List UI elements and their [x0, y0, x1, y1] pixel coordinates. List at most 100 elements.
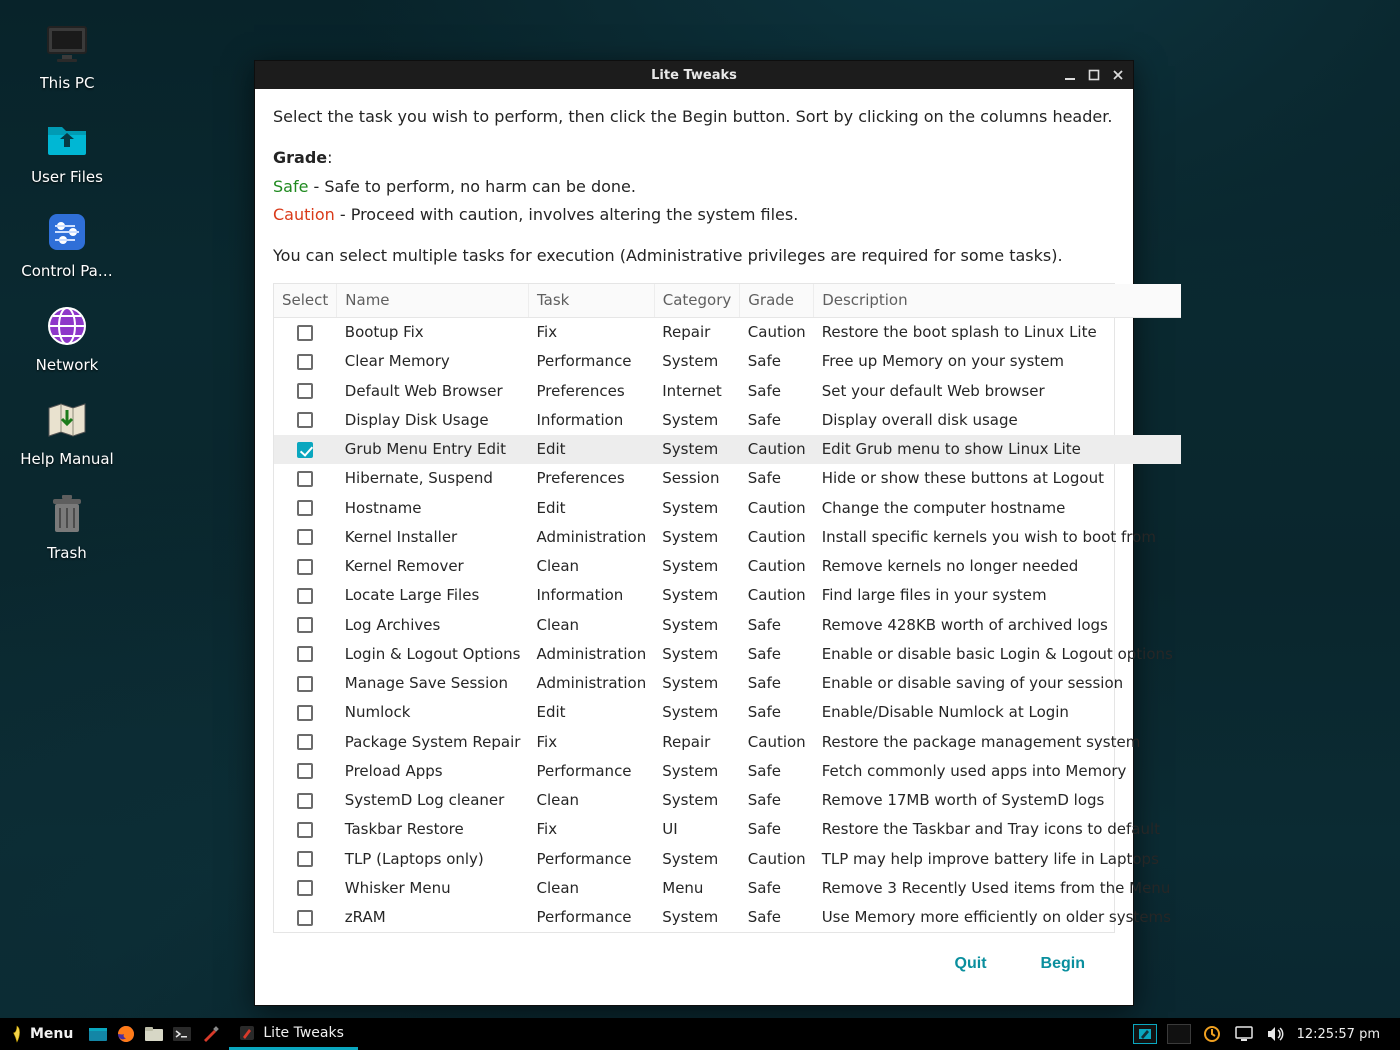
desktop-icon-control-panel[interactable]: Control Pa…: [12, 208, 122, 280]
row-grade: Safe: [740, 377, 814, 406]
desktop-icon-help-manual[interactable]: Help Manual: [12, 396, 122, 468]
table-row[interactable]: Log ArchivesCleanSystemSafeRemove 428KB …: [274, 611, 1181, 640]
row-checkbox[interactable]: [297, 734, 313, 750]
taskbar-active-window[interactable]: Lite Tweaks: [229, 1018, 358, 1050]
row-checkbox[interactable]: [297, 646, 313, 662]
begin-button[interactable]: Begin: [1035, 951, 1091, 977]
row-checkbox[interactable]: [297, 880, 313, 896]
table-row[interactable]: NumlockEditSystemSafeEnable/Disable Numl…: [274, 698, 1181, 727]
volume-icon[interactable]: [1265, 1023, 1287, 1045]
menu-button[interactable]: Menu: [0, 1018, 83, 1050]
table-row[interactable]: Taskbar RestoreFixUISafeRestore the Task…: [274, 815, 1181, 844]
settings-red-icon[interactable]: [199, 1023, 221, 1045]
grade-safe-line: Safe - Safe to perform, no harm can be d…: [273, 175, 1115, 200]
row-checkbox[interactable]: [297, 383, 313, 399]
row-checkbox[interactable]: [297, 705, 313, 721]
row-checkbox[interactable]: [297, 822, 313, 838]
window-maximize-button[interactable]: [1083, 65, 1105, 85]
row-select-cell: [274, 406, 337, 435]
table-row[interactable]: HostnameEditSystemCautionChange the comp…: [274, 494, 1181, 523]
table-row[interactable]: zRAMPerformanceSystemSafeUse Memory more…: [274, 903, 1181, 932]
action-row: Quit Begin: [273, 933, 1115, 997]
table-row[interactable]: Hibernate, SuspendPreferencesSessionSafe…: [274, 464, 1181, 493]
row-checkbox[interactable]: [297, 588, 313, 604]
col-grade[interactable]: Grade: [740, 284, 814, 318]
col-task[interactable]: Task: [528, 284, 654, 318]
row-category: System: [654, 640, 740, 669]
desktop-icon-user-files[interactable]: User Files: [12, 114, 122, 186]
table-row[interactable]: Whisker MenuCleanMenuSafeRemove 3 Recent…: [274, 874, 1181, 903]
table-row[interactable]: Manage Save SessionAdministrationSystemS…: [274, 669, 1181, 698]
row-description: Remove kernels no longer needed: [814, 552, 1181, 581]
row-category: UI: [654, 815, 740, 844]
row-checkbox[interactable]: [297, 442, 313, 458]
table-row[interactable]: Package System RepairFixRepairCautionRes…: [274, 728, 1181, 757]
col-name[interactable]: Name: [337, 284, 529, 318]
col-category[interactable]: Category: [654, 284, 740, 318]
terminal-icon[interactable]: [171, 1023, 193, 1045]
col-description[interactable]: Description: [814, 284, 1181, 318]
row-checkbox[interactable]: [297, 412, 313, 428]
row-checkbox[interactable]: [297, 559, 313, 575]
display-tray-icon[interactable]: [1233, 1023, 1255, 1045]
row-checkbox[interactable]: [297, 910, 313, 926]
desktop-icon-trash[interactable]: Trash: [12, 490, 122, 562]
table-row[interactable]: Clear MemoryPerformanceSystemSafeFree up…: [274, 347, 1181, 376]
table-row[interactable]: Login & Logout OptionsAdministrationSyst…: [274, 640, 1181, 669]
active-window-label: Lite Tweaks: [263, 1025, 344, 1041]
row-grade: Caution: [740, 435, 814, 464]
clock[interactable]: 12:25:57 pm: [1297, 1027, 1390, 1042]
table-row[interactable]: TLP (Laptops only)PerformanceSystemCauti…: [274, 845, 1181, 874]
row-select-cell: [274, 611, 337, 640]
table-row[interactable]: Grub Menu Entry EditEditSystemCautionEdi…: [274, 435, 1181, 464]
row-grade: Caution: [740, 523, 814, 552]
table-row[interactable]: Preload AppsPerformanceSystemSafeFetch c…: [274, 757, 1181, 786]
row-checkbox[interactable]: [297, 354, 313, 370]
row-checkbox[interactable]: [297, 325, 313, 341]
row-grade: Safe: [740, 815, 814, 844]
show-desktop-icon[interactable]: [87, 1023, 109, 1045]
desktop-icon-network[interactable]: Network: [12, 302, 122, 374]
window-minimize-button[interactable]: [1059, 65, 1081, 85]
row-select-cell: [274, 698, 337, 727]
desktop-icon-label: Help Manual: [20, 450, 113, 468]
file-manager-icon[interactable]: [143, 1023, 165, 1045]
row-name: zRAM: [337, 903, 529, 932]
row-description: Use Memory more efficiently on older sys…: [814, 903, 1181, 932]
table-row[interactable]: Display Disk UsageInformationSystemSafeD…: [274, 406, 1181, 435]
desktop-icon-this-pc[interactable]: This PC: [12, 20, 122, 92]
row-select-cell: [274, 815, 337, 844]
row-grade: Safe: [740, 669, 814, 698]
row-checkbox[interactable]: [297, 617, 313, 633]
row-checkbox[interactable]: [297, 471, 313, 487]
quit-button[interactable]: Quit: [949, 951, 993, 977]
row-grade: Safe: [740, 786, 814, 815]
row-description: Edit Grub menu to show Linux Lite: [814, 435, 1181, 464]
row-checkbox[interactable]: [297, 500, 313, 516]
row-checkbox[interactable]: [297, 763, 313, 779]
row-checkbox[interactable]: [297, 529, 313, 545]
row-checkbox[interactable]: [297, 793, 313, 809]
col-select[interactable]: Select: [274, 284, 337, 318]
row-task: Performance: [528, 347, 654, 376]
row-name: TLP (Laptops only): [337, 845, 529, 874]
row-checkbox[interactable]: [297, 851, 313, 867]
desktop-icon-label: Trash: [47, 544, 87, 562]
table-row[interactable]: Locate Large FilesInformationSystemCauti…: [274, 581, 1181, 610]
window-title: Lite Tweaks: [651, 68, 737, 83]
table-row[interactable]: Kernel RemoverCleanSystemCautionRemove k…: [274, 552, 1181, 581]
workspace-1-icon[interactable]: [1133, 1024, 1157, 1044]
row-category: System: [654, 698, 740, 727]
table-row[interactable]: Bootup FixFixRepairCautionRestore the bo…: [274, 318, 1181, 348]
table-row[interactable]: SystemD Log cleanerCleanSystemSafeRemove…: [274, 786, 1181, 815]
table-row[interactable]: Default Web BrowserPreferencesInternetSa…: [274, 377, 1181, 406]
row-description: Display overall disk usage: [814, 406, 1181, 435]
update-notifier-icon[interactable]: [1201, 1023, 1223, 1045]
row-grade: Safe: [740, 611, 814, 640]
table-row[interactable]: Kernel InstallerAdministrationSystemCaut…: [274, 523, 1181, 552]
firefox-icon[interactable]: [115, 1023, 137, 1045]
row-checkbox[interactable]: [297, 676, 313, 692]
window-titlebar[interactable]: Lite Tweaks: [255, 61, 1133, 89]
workspace-2-icon[interactable]: [1167, 1024, 1191, 1044]
window-close-button[interactable]: [1107, 65, 1129, 85]
